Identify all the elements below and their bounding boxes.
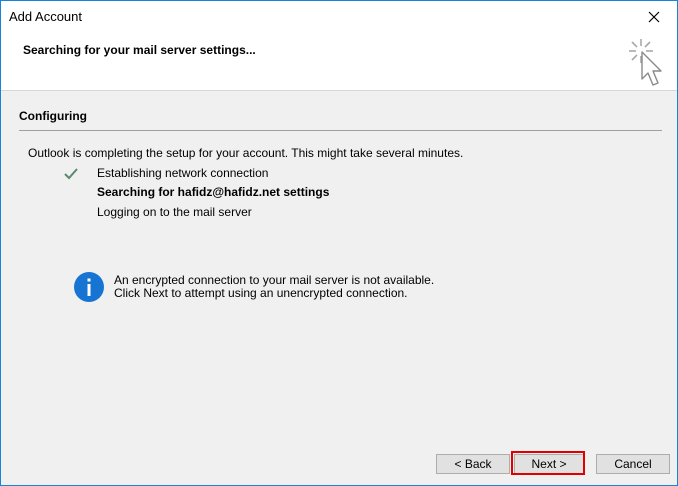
notice-line-1: An encrypted connection to your mail ser… xyxy=(114,273,435,287)
step-searching-settings: Searching for hafidz@hafidz.net settings xyxy=(97,185,330,199)
cancel-button[interactable]: Cancel xyxy=(596,454,670,474)
next-button[interactable]: Next > xyxy=(514,454,584,474)
dialog-header: Searching for your mail server settings.… xyxy=(1,32,677,91)
step-logging-on: Logging on to the mail server xyxy=(97,205,252,219)
back-button[interactable]: < Back xyxy=(436,454,510,474)
step-established-connection: Establishing network connection xyxy=(97,166,269,180)
intro-text: Outlook is completing the setup for your… xyxy=(28,146,464,160)
add-account-dialog: Add Account Searching for your mail serv… xyxy=(0,0,678,486)
section-title: Configuring xyxy=(19,109,87,123)
info-icon xyxy=(74,272,104,302)
close-button[interactable] xyxy=(631,1,677,32)
window-title: Add Account xyxy=(9,9,82,24)
close-icon xyxy=(648,11,660,22)
section-divider xyxy=(19,130,662,131)
checkmark-icon xyxy=(64,168,78,180)
cursor-click-icon xyxy=(629,39,662,86)
title-bar: Add Account xyxy=(1,1,677,32)
header-title: Searching for your mail server settings.… xyxy=(23,43,256,57)
notice-line-2: Click Next to attempt using an unencrypt… xyxy=(114,286,408,300)
